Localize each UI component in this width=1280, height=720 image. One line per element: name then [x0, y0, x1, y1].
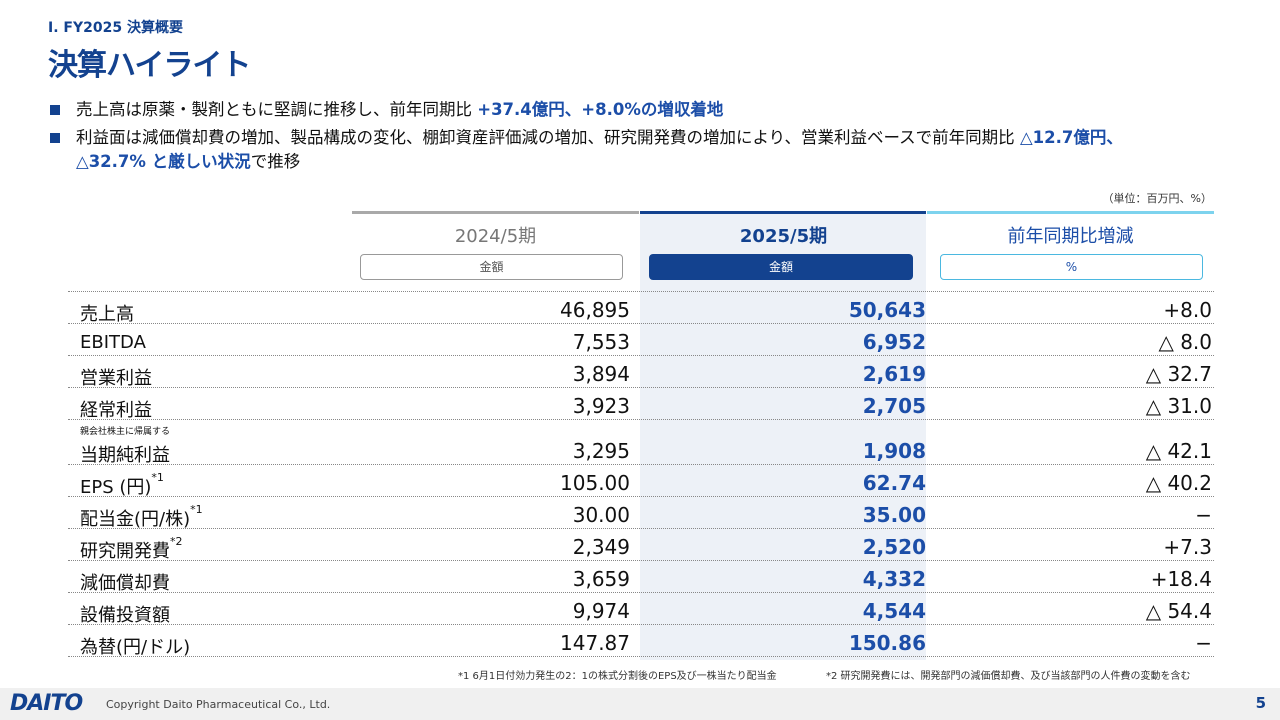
- curr-column-bar: [640, 211, 926, 214]
- footnote-1: *1 6月1日付効力発生の2：1の株式分割後のEPS及び一株当たり配当金: [458, 671, 777, 682]
- value-2025: 62.74: [862, 471, 926, 495]
- value-change: −: [1195, 503, 1212, 527]
- table-row: 設備投資額 9,974 4,544 △ 54.4: [68, 593, 1214, 626]
- company-logo: DAITO: [10, 691, 83, 716]
- bullet-1: 売上高は原薬・製剤ともに堅調に推移し、前年同期比 +37.4億円、+8.0%の増…: [50, 98, 723, 122]
- unit-note: （単位：百万円、%）: [1102, 192, 1212, 205]
- chg-percent-pill: %: [940, 254, 1203, 280]
- value-2024: 46,895: [560, 298, 630, 322]
- row-label: 経常利益: [80, 400, 152, 421]
- row-label: 配当金(円/株)*1: [80, 503, 203, 530]
- row-label: 当期純利益: [80, 445, 170, 466]
- row-label: 研究開発費*2: [80, 535, 183, 562]
- row-label-footnote-mark: *1: [190, 503, 203, 516]
- value-change: +18.4: [1150, 567, 1212, 591]
- row-label: 営業利益: [80, 368, 152, 389]
- chg-column-bar: [927, 211, 1214, 214]
- bullet-square-icon: [50, 133, 60, 143]
- value-2024: 147.87: [560, 631, 630, 655]
- table-row: 当期純利益 親会社株主に帰属する 3,295 1,908 △ 42.1: [68, 420, 1214, 466]
- row-label-footnote-mark: *1: [151, 471, 164, 484]
- value-2025: 2,520: [862, 535, 926, 559]
- table-row: 研究開発費*2 2,349 2,520 +7.3: [68, 529, 1214, 562]
- bullet-1-text: 売上高は原薬・製剤ともに堅調に推移し、前年同期比: [76, 100, 478, 119]
- curr-column-header: 2025/5期: [739, 226, 828, 247]
- row-label: EBITDA: [80, 332, 146, 353]
- value-2025: 35.00: [862, 503, 926, 527]
- value-2025: 2,619: [862, 362, 926, 386]
- table-row: 配当金(円/株)*1 30.00 35.00 −: [68, 497, 1214, 530]
- chg-column-header: 前年同期比増減: [1007, 226, 1134, 247]
- value-change: △ 31.0: [1145, 394, 1212, 418]
- bullet-1-highlight: +37.4億円、+8.0%の増収着地: [477, 100, 724, 119]
- row-label: 売上高: [80, 304, 134, 325]
- value-2025: 150.86: [848, 631, 926, 655]
- value-2025: 6,952: [862, 330, 926, 354]
- value-change: △ 54.4: [1145, 599, 1212, 623]
- value-2025: 1,908: [862, 439, 926, 463]
- value-change: +8.0: [1163, 298, 1212, 322]
- row-label-prefix: 親会社株主に帰属する: [80, 427, 171, 437]
- value-2024: 105.00: [560, 471, 630, 495]
- row-label: 減価償却費: [80, 573, 170, 594]
- prev-amount-pill: 金額: [360, 254, 623, 280]
- row-label-footnote-mark: *2: [170, 535, 183, 548]
- value-change: △ 32.7: [1145, 362, 1212, 386]
- bullet-square-icon: [50, 105, 60, 115]
- value-2024: 2,349: [572, 535, 630, 559]
- prev-column-bar: [352, 211, 639, 214]
- value-2024: 3,894: [572, 362, 630, 386]
- value-change: −: [1195, 631, 1212, 655]
- value-2024: 3,923: [572, 394, 630, 418]
- table-row: EPS (円)*1 105.00 62.74 △ 40.2: [68, 465, 1214, 498]
- value-2025: 4,544: [862, 599, 926, 623]
- value-2024: 3,295: [572, 439, 630, 463]
- value-2024: 9,974: [572, 599, 630, 623]
- table-row: 売上高 46,895 50,643 +8.0: [68, 292, 1214, 325]
- row-label: 設備投資額: [80, 605, 170, 626]
- page-title: 決算ハイライト: [48, 48, 251, 83]
- value-2024: 3,659: [572, 567, 630, 591]
- bullet-2-highlight-1: △12.7億円、: [1019, 128, 1123, 147]
- bullet-2-text: 利益面は減価償却費の増加、製品構成の変化、棚卸資産評価減の増加、研究開発費の増加…: [76, 128, 1020, 147]
- value-2025: 50,643: [848, 298, 926, 322]
- value-change: △ 8.0: [1158, 330, 1212, 354]
- bullet-2-tail: で推移: [250, 152, 301, 171]
- value-2025: 2,705: [862, 394, 926, 418]
- value-change: △ 42.1: [1145, 439, 1212, 463]
- value-change: △ 40.2: [1145, 471, 1212, 495]
- row-label: EPS (円)*1: [80, 471, 164, 498]
- table-row: 経常利益 3,923 2,705 △ 31.0: [68, 388, 1214, 421]
- section-label: Ⅰ. FY2025 決算概要: [48, 20, 183, 36]
- footnote-2: *2 研究開発費には、開発部門の減価償却費、及び当該部門の人件費の変動を含む: [826, 671, 1191, 682]
- page-number: 5: [1255, 694, 1266, 712]
- table-row: 営業利益 3,894 2,619 △ 32.7: [68, 356, 1214, 389]
- table-row: 為替(円/ドル) 147.87 150.86 −: [68, 625, 1214, 658]
- row-label: 為替(円/ドル): [80, 637, 191, 658]
- table-row: EBITDA 7,553 6,952 △ 8.0: [68, 324, 1214, 356]
- value-2024: 30.00: [572, 503, 630, 527]
- curr-amount-pill: 金額: [649, 254, 913, 280]
- value-2024: 7,553: [572, 330, 630, 354]
- copyright: Copyright Daito Pharmaceutical Co., Ltd.: [106, 698, 331, 711]
- bullet-2: 利益面は減価償却費の増加、製品構成の変化、棚卸資産評価減の増加、研究開発費の増加…: [50, 126, 1240, 174]
- bullet-2-highlight-2: △32.7% と厳しい状況: [76, 152, 251, 171]
- table-row: 減価償却費 3,659 4,332 +18.4: [68, 561, 1214, 594]
- prev-column-header: 2024/5期: [454, 226, 537, 247]
- value-change: +7.3: [1163, 535, 1212, 559]
- value-2025: 4,332: [862, 567, 926, 591]
